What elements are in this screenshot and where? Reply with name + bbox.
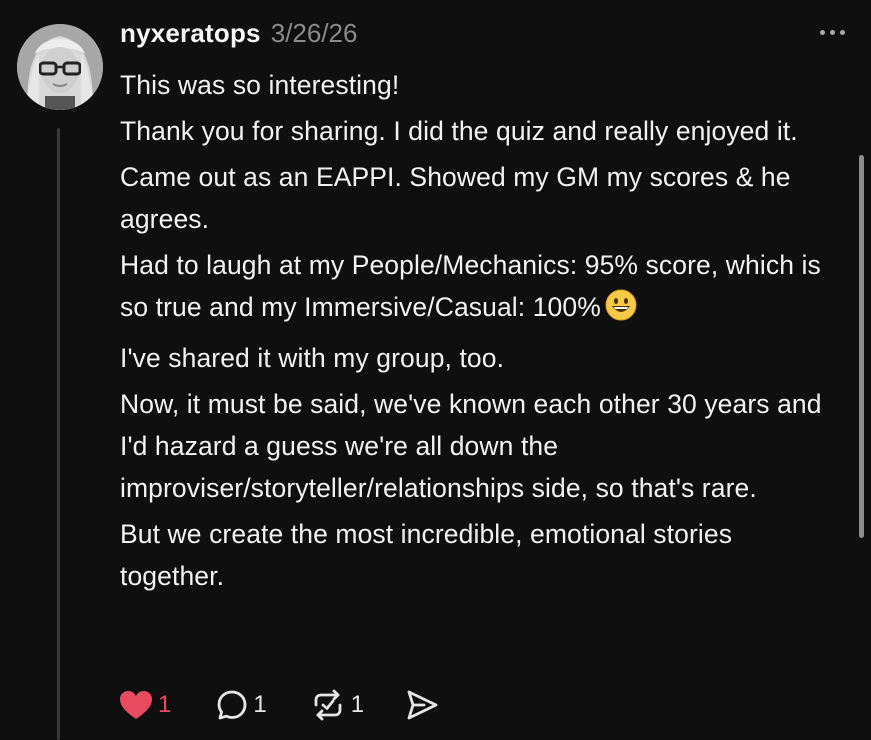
avatar-image [17,24,103,110]
paragraph-text: Had to laugh at my People/Mechanics: 95%… [120,250,821,322]
paragraph: Came out as an EAPPI. Showed my GM my sc… [120,162,791,234]
paragraph: But we create the most incredible, emoti… [120,519,733,591]
post-content: This was so interesting! Thank you for s… [120,64,840,601]
share-button[interactable] [404,688,440,722]
paragraph: This was so interesting! [120,70,400,100]
paragraph: Thank you for sharing. I did the quiz an… [120,116,798,146]
reply-count: 1 [253,691,267,718]
share-icon [407,690,438,720]
heart-icon [120,691,152,719]
paragraph: I've shared it with my group, too. [120,343,505,373]
like-count: 1 [158,691,172,718]
reply-button[interactable]: 1 [215,688,267,722]
repost-icon [314,689,342,721]
action-bar: 1 1 1 [118,688,440,722]
repost-count: 1 [350,691,365,718]
repost-button[interactable]: 1 [309,688,364,722]
timestamp[interactable]: 3/26/26 [271,18,358,49]
paragraph-with-emoji: Had to laugh at my People/Mechanics: 95%… [120,244,840,333]
like-button[interactable]: 1 [118,689,171,721]
post-header: nyxeratops 3/26/26 [120,18,357,49]
avatar[interactable] [17,24,103,110]
comment-icon [217,690,247,720]
grinning-face-emoji [605,289,637,333]
more-icon[interactable] [820,30,845,35]
paragraph: Now, it must be said, we've known each o… [120,389,822,503]
scrollbar[interactable] [859,155,864,538]
username[interactable]: nyxeratops [120,18,261,49]
thread-line [57,128,60,740]
